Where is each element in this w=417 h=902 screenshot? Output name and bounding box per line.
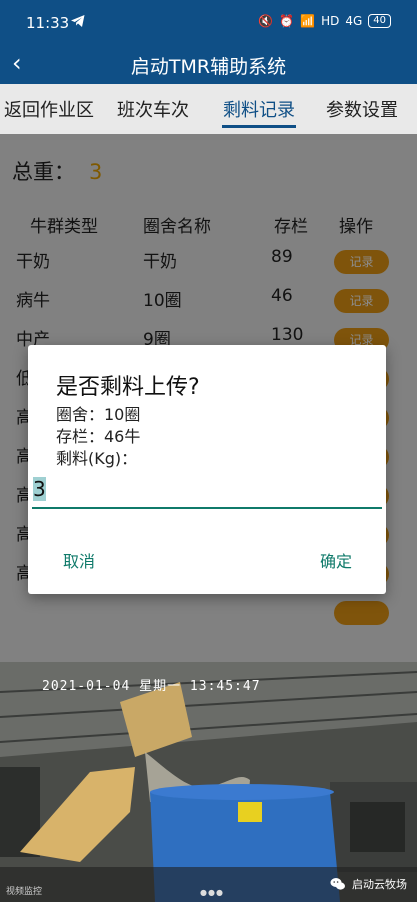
input-selected-value: 3 bbox=[33, 477, 46, 501]
active-tab-indicator bbox=[222, 125, 296, 128]
hd-label: HD bbox=[321, 14, 340, 28]
leftover-kg-input[interactable]: 3 bbox=[32, 477, 382, 509]
status-icons: 🔇 ⏰ 📶 HD 4G 40 bbox=[258, 14, 391, 28]
dialog-stock-line: 存栏：46牛 bbox=[56, 427, 141, 446]
camera-feed: 2021-01-04 星期一 13:45:47 视频监控 ●●● 启动云牧场 bbox=[0, 662, 417, 902]
status-bar: 11:33 🔇 ⏰ 📶 HD 4G 40 bbox=[0, 0, 417, 44]
dialog-feed-label: 剩料(Kg)： bbox=[56, 449, 138, 468]
video-timestamp: 2021-01-04 星期一 13:45:47 bbox=[42, 679, 261, 694]
app-screen: 11:33 🔇 ⏰ 📶 HD 4G 40 ‹ 启动TMR辅助系统 返回作业区 班… bbox=[0, 0, 417, 662]
leftover-upload-dialog: 是否剩料上传? 圈舍：10圈 存栏：46牛 剩料(Kg)： 3 取消 确定 bbox=[28, 345, 386, 594]
wechat-icon bbox=[330, 878, 345, 890]
tab-leftover-records[interactable]: 剩料记录 bbox=[223, 96, 295, 122]
tab-bar: 返回作业区 班次车次 剩料记录 参数设置 bbox=[0, 84, 417, 134]
wechat-watermark: 启动云牧场 bbox=[330, 876, 407, 892]
page-indicator-dots: ●●● bbox=[200, 888, 224, 897]
status-time: 11:33 bbox=[26, 14, 70, 32]
telegram-icon bbox=[71, 15, 85, 27]
app-header: ‹ 启动TMR辅助系统 bbox=[0, 44, 417, 84]
dialog-pen-line: 圈舍：10圈 bbox=[56, 405, 141, 424]
dialog-title: 是否剩料上传? bbox=[56, 375, 200, 400]
wifi-icon: 📶 bbox=[300, 14, 316, 28]
signal-label: 4G bbox=[345, 14, 363, 28]
battery-icon: 40 bbox=[368, 14, 391, 28]
confirm-button[interactable]: 确定 bbox=[320, 548, 352, 572]
camera-feed-scene bbox=[0, 662, 417, 902]
cancel-button[interactable]: 取消 bbox=[63, 548, 95, 572]
watermark-text: 启动云牧场 bbox=[352, 878, 407, 891]
tab-parameter-settings[interactable]: 参数设置 bbox=[326, 96, 398, 122]
alarm-icon: ⏰ bbox=[279, 14, 295, 28]
video-source-label: 视频监控 bbox=[6, 887, 43, 897]
tab-return-work-area[interactable]: 返回作业区 bbox=[4, 96, 94, 122]
app-title: 启动TMR辅助系统 bbox=[130, 56, 287, 78]
tab-shift-trips[interactable]: 班次车次 bbox=[117, 96, 189, 122]
mute-vibrate-icon: 🔇 bbox=[258, 14, 274, 28]
